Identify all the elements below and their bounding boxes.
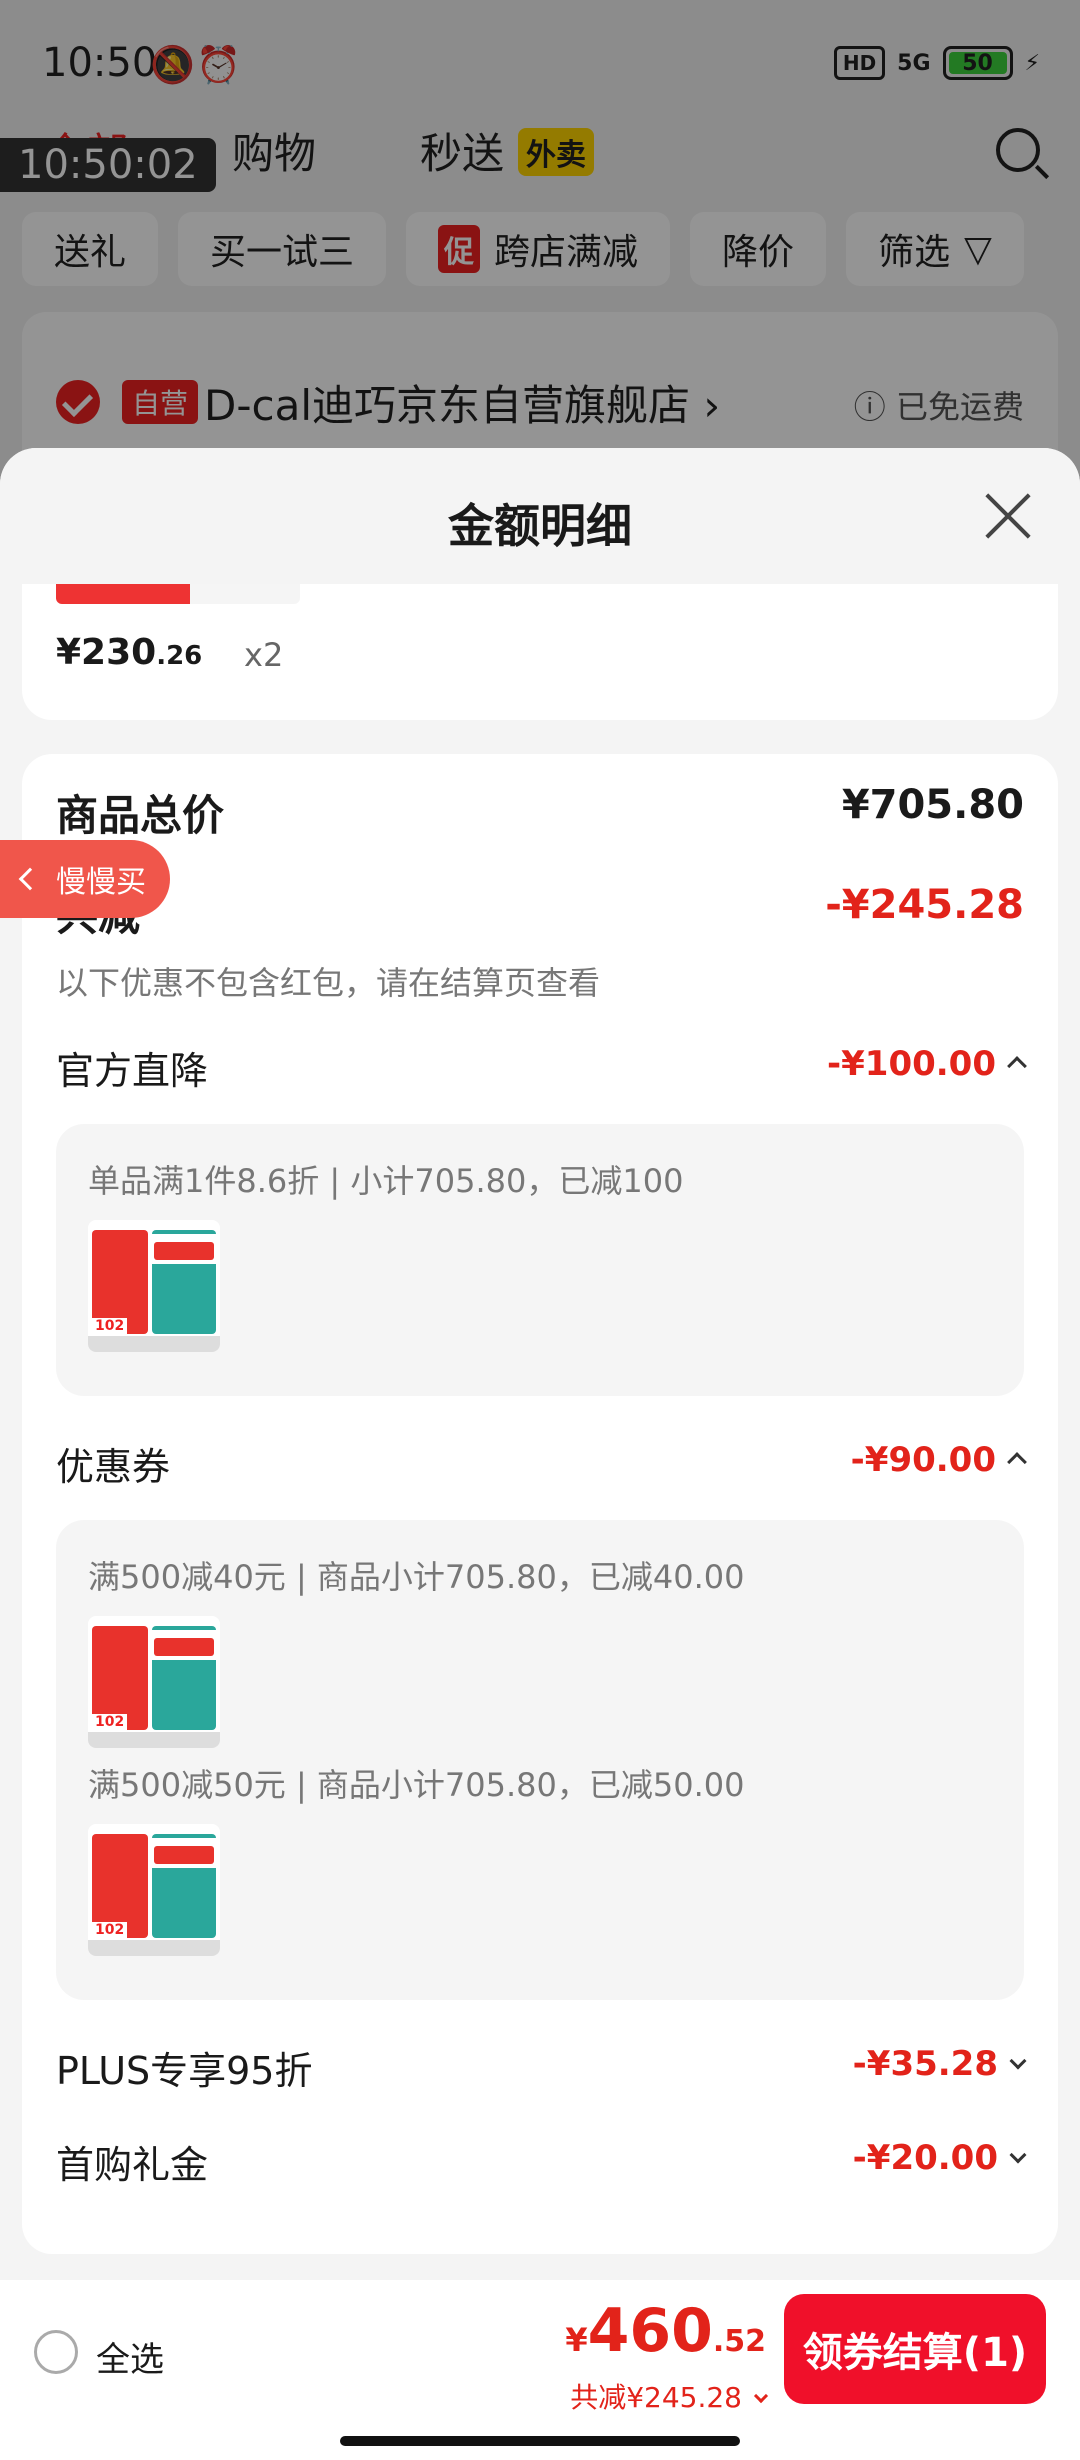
select-all-radio[interactable]: [34, 2330, 78, 2374]
slow-buy-label: 慢慢买: [56, 865, 146, 900]
checkout-button[interactable]: 领券结算(1): [784, 2294, 1046, 2404]
thumb-badge: 102: [92, 1922, 128, 1938]
product-thumbnail: 102: [88, 1220, 220, 1352]
slow-buy-pill[interactable]: 慢慢买: [0, 840, 170, 918]
currency-symbol: ¥: [565, 2321, 588, 2359]
thumb-badge: 102: [92, 1318, 128, 1334]
coupon-box: 满500减40元 | 商品小计705.80，已减40.00 102 满500减5…: [56, 1520, 1024, 2000]
item-price: ¥230.26: [56, 632, 202, 673]
official-discount-value: -¥100.00: [827, 1044, 996, 1084]
total-discount-value: -¥245.28: [825, 882, 1024, 928]
sheet-header: 金额明细: [0, 448, 1080, 584]
total-price-label: 商品总价: [56, 791, 225, 840]
coupon-label: 优惠券: [56, 1445, 171, 1489]
plus-discount-label: PLUS专享95折: [56, 2049, 313, 2093]
saved-amount: 共减¥245.28: [570, 2381, 742, 2414]
chevron-up-icon: [1007, 1452, 1027, 1472]
chevron-down-icon: [753, 2388, 769, 2404]
checkout-bar: 全选 ¥460.52 共减¥245.28 领券结算(1): [0, 2280, 1080, 2460]
price-breakdown-card: 商品总价 ¥705.80 共减 -¥245.28 以下优惠不包含红包，请在结算页…: [22, 754, 1058, 2254]
total-amount: ¥460.52: [565, 2296, 766, 2366]
product-thumbnail: 102: [88, 1824, 220, 1956]
coupon-line-2: 满500减50元 | 商品小计705.80，已减50.00: [88, 1766, 745, 1804]
checkout-label: 领券结算(1): [802, 2330, 1028, 2376]
sheet-title: 金额明细: [448, 499, 632, 553]
product-thumbnail: 102: [88, 1616, 220, 1748]
official-discount-line: 单品满1件8.6折 | 小计705.80，已减100: [88, 1162, 684, 1200]
coupon-value: -¥90.00: [850, 1440, 996, 1480]
first-purchase-gift-value: -¥20.00: [852, 2138, 998, 2178]
coupon-line-1: 满500减40元 | 商品小计705.80，已减40.00: [88, 1558, 745, 1596]
thumb-badge: 102: [92, 1714, 128, 1730]
item-card: ¥230.26 x2: [22, 584, 1058, 720]
official-discount-label: 官方直降: [56, 1049, 209, 1093]
chevron-down-icon: [1009, 2052, 1027, 2070]
product-image: [56, 584, 300, 604]
home-indicator[interactable]: [340, 2436, 740, 2446]
saved-amount-toggle[interactable]: 共减¥245.28: [570, 2376, 769, 2416]
coupon-toggle[interactable]: -¥90.00: [850, 1440, 1027, 1480]
item-price-int: ¥230: [56, 632, 157, 673]
plus-discount-toggle[interactable]: -¥35.28: [852, 2044, 1027, 2084]
first-purchase-gift-label: 首购礼金: [56, 2143, 209, 2187]
first-purchase-gift-toggle[interactable]: -¥20.00: [852, 2138, 1027, 2178]
chevron-down-icon: [1009, 2146, 1027, 2164]
item-quantity: x2: [244, 636, 284, 674]
select-all-label[interactable]: 全选: [96, 2332, 164, 2381]
official-discount-box: 单品满1件8.6折 | 小计705.80，已减100 102: [56, 1124, 1024, 1396]
close-icon[interactable]: [982, 490, 1034, 542]
chevron-left-icon: [18, 867, 42, 891]
total-int: 460: [587, 2296, 713, 2366]
official-discount-toggle[interactable]: -¥100.00: [827, 1044, 1027, 1084]
total-dec: .52: [712, 2324, 766, 2359]
chevron-up-icon: [1007, 1056, 1027, 1076]
item-price-dec: .26: [156, 641, 203, 671]
discount-note: 以下优惠不包含红包，请在结算页查看: [56, 964, 601, 1002]
total-price-value: ¥705.80: [841, 782, 1024, 828]
plus-discount-value: -¥35.28: [852, 2044, 998, 2084]
amount-detail-sheet: 金额明细 ¥230.26 x2 商品总价 ¥705.80 共减 -¥245.28…: [0, 448, 1080, 2460]
